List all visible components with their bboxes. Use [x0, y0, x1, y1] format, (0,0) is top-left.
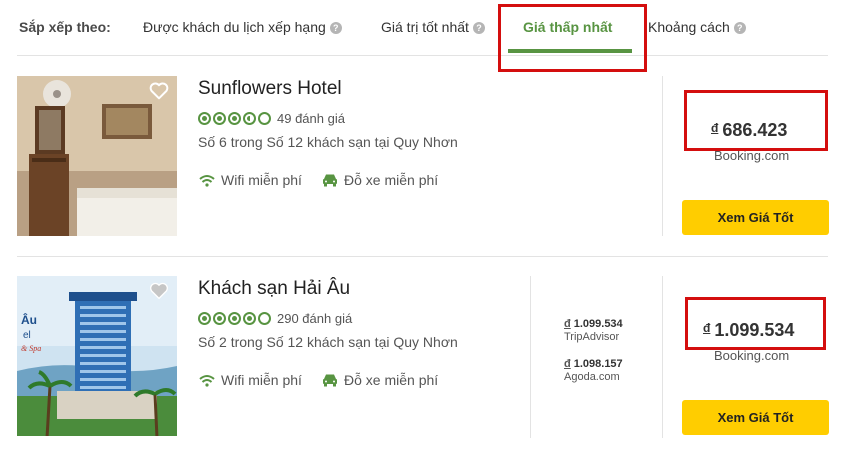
wifi-icon [199, 174, 215, 187]
amenity-wifi: Wifi miễn phí [199, 172, 302, 188]
sort-option-traveler-ranked[interactable]: Được khách du lịch xếp hạng? [143, 19, 342, 35]
amenity-wifi: Wifi miễn phí [199, 372, 302, 388]
amenity-label: Wifi miễn phí [221, 372, 302, 388]
help-icon[interactable]: ? [329, 22, 342, 34]
amenity-label: Đỗ xe miễn phí [344, 172, 439, 188]
rating-bubbles [198, 311, 271, 325]
sort-option-label: Giá trị tốt nhất [381, 19, 469, 35]
highlight-box-sort-tab [498, 4, 647, 72]
currency-symbol: đ [564, 358, 571, 370]
rating-bubble-half [243, 111, 256, 125]
review-count[interactable]: 290 đánh giá [277, 311, 352, 326]
rating-bubble-full [198, 311, 211, 325]
other-price-value: 1.099.534 [573, 318, 623, 330]
sort-option-label: Được khách du lịch xếp hạng [143, 19, 326, 35]
row-divider [17, 256, 828, 257]
price-divider [662, 276, 663, 438]
amenity-label: Wifi miễn phí [221, 172, 302, 188]
price-provider: Booking.com [714, 348, 790, 363]
rating-row: 49 đánh giá [198, 109, 345, 127]
rating-bubble-empty [258, 311, 271, 325]
sort-bar-divider [17, 55, 828, 56]
rating-bubbles [198, 111, 271, 125]
other-price-value: 1.098.157 [573, 358, 623, 370]
other-price-provider: TripAdvisor [564, 331, 620, 343]
help-icon[interactable]: ? [733, 22, 746, 34]
other-price-tripadvisor[interactable]: đ 1.099.534 TripAdvisor [564, 318, 623, 344]
rating-bubble-full [243, 311, 256, 325]
help-icon[interactable]: ? [472, 22, 485, 34]
other-price-agoda[interactable]: đ 1.098.157 Agoda.com [564, 358, 623, 384]
rating-bubble-full [213, 111, 226, 125]
hotel-name[interactable]: Khách sạn Hải Âu [198, 278, 350, 300]
rating-row: 290 đánh giá [198, 309, 352, 327]
photo-text: Âu [21, 312, 37, 327]
rating-bubble-full [198, 111, 211, 125]
hotel-rank: Số 6 trong Số 12 khách sạn tại Quy Nhơn [198, 134, 458, 150]
car-icon [323, 174, 337, 187]
sort-label: Sắp xếp theo: [19, 19, 111, 35]
hotel-building-image: Âu el & Spa [17, 276, 177, 436]
sort-option-distance[interactable]: Khoảng cách? [648, 19, 746, 35]
amenity-label: Đỗ xe miễn phí [344, 372, 439, 388]
hotel-rank: Số 2 trong Số 12 khách sạn tại Quy Nhơn [198, 334, 458, 350]
rating-bubble-full [213, 311, 226, 325]
highlight-box-price [684, 90, 828, 151]
photo-text: & Spa [21, 344, 41, 353]
sort-option-best-value[interactable]: Giá trị tốt nhất? [381, 19, 485, 35]
heart-icon[interactable] [149, 282, 169, 300]
price-divider [662, 76, 663, 236]
view-best-price-button[interactable]: Xem Giá Tốt [682, 200, 829, 235]
hotel-photo[interactable] [17, 76, 177, 236]
sort-bar: Sắp xếp theo: Được khách du lịch xếp hạn… [0, 0, 849, 56]
photo-text: el [23, 330, 31, 341]
hotel-name[interactable]: Sunflowers Hotel [198, 78, 342, 100]
hotel-room-image [17, 76, 177, 236]
view-best-price-button[interactable]: Xem Giá Tốt [682, 400, 829, 435]
currency-symbol: đ [564, 318, 571, 330]
other-prices-divider [530, 276, 531, 438]
rating-bubble-full [228, 111, 241, 125]
car-icon [323, 374, 337, 387]
wifi-icon [199, 374, 215, 387]
amenity-parking: Đỗ xe miễn phí [322, 372, 438, 388]
rating-bubble-empty [258, 111, 271, 125]
hotel-photo[interactable]: Âu el & Spa [17, 276, 177, 436]
highlight-box-price [685, 297, 826, 350]
review-count[interactable]: 49 đánh giá [277, 111, 345, 126]
amenity-parking: Đỗ xe miễn phí [322, 172, 438, 188]
other-price-provider: Agoda.com [564, 371, 620, 383]
sort-option-label: Khoảng cách [648, 19, 730, 35]
rating-bubble-full [228, 311, 241, 325]
heart-icon[interactable] [149, 82, 169, 100]
